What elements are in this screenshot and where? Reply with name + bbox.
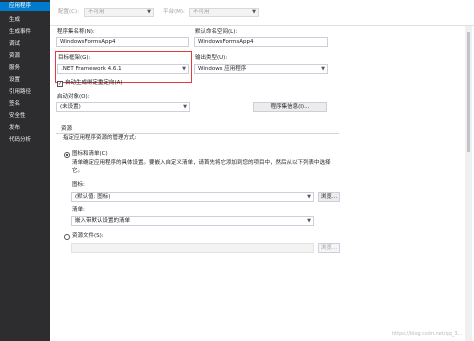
sidebar-item-resources[interactable]: 资源 xyxy=(0,52,50,61)
assembly-info-button[interactable]: 程序集信息(I)... xyxy=(253,102,327,112)
scrollbar-thumb[interactable] xyxy=(467,32,470,152)
platform-select[interactable]: 不可用 ▼ xyxy=(189,8,259,17)
sidebar-item-build-events[interactable]: 生成事件 xyxy=(0,28,50,37)
sidebar-item-debug[interactable]: 调试 xyxy=(0,40,50,49)
sidebar-item-publish[interactable]: 发布 xyxy=(0,124,50,133)
sidebar-item-security[interactable]: 安全性 xyxy=(0,112,50,121)
sidebar: 应用程序 生成 生成事件 调试 资源 服务 设置 引用路径 签名 安全性 发布 … xyxy=(0,0,50,341)
chevron-down-icon: ▼ xyxy=(307,194,311,200)
chevron-down-icon: ▼ xyxy=(147,9,151,15)
output-type-value: Windows 应用程序 xyxy=(198,66,247,72)
chevron-down-icon: ▼ xyxy=(307,218,311,224)
chevron-down-icon: ▼ xyxy=(183,104,187,110)
watermark: https://blog.csdn.net/qq_3... xyxy=(392,331,463,337)
resources-section-title: 资源 xyxy=(61,126,73,132)
startup-object-select[interactable]: (未设置) ▼ xyxy=(56,102,190,112)
icon-and-manifest-desc-1: 清单确定应用程序的具体设置。要嵌入自定义清单，请首先将它添加到您的项目中，然后从… xyxy=(72,160,331,166)
icon-and-manifest-desc-2: 它。 xyxy=(72,168,84,174)
manifest-select[interactable]: 嵌入带默认设置的清单 ▼ xyxy=(71,216,314,226)
resources-description: 指定应用程序资源的管理方式: xyxy=(63,135,137,141)
sidebar-item-reference-paths[interactable]: 引用路径 xyxy=(0,88,50,97)
icon-label: 图标: xyxy=(72,182,85,188)
sidebar-item-services[interactable]: 服务 xyxy=(0,64,50,73)
icon-and-manifest-radio[interactable] xyxy=(64,152,70,158)
config-label: 配置(C): xyxy=(58,9,79,15)
default-namespace-label: 默认命名空间(L): xyxy=(195,29,238,35)
target-framework-label: 目标框架(G): xyxy=(58,55,91,61)
browse-resource-button[interactable]: 浏览... xyxy=(318,243,340,253)
assembly-name-input[interactable]: WindowsFormsApp4 xyxy=(56,37,189,47)
startup-object-label: 启动对象(O): xyxy=(57,94,90,100)
sidebar-item-build[interactable]: 生成 xyxy=(0,16,50,25)
platform-label: 平台(M): xyxy=(163,9,185,15)
icon-value: (默认值: 图标) xyxy=(75,194,111,200)
sidebar-item-signing[interactable]: 签名 xyxy=(0,100,50,109)
config-value: 不可用 xyxy=(88,9,105,15)
output-type-select[interactable]: Windows 应用程序 ▼ xyxy=(194,64,328,74)
manifest-label: 清单: xyxy=(72,207,85,213)
manifest-value: 嵌入带默认设置的清单 xyxy=(75,218,131,224)
chevron-down-icon: ▼ xyxy=(182,66,186,72)
target-framework-select[interactable]: .NET Framework 4.6.1 ▼ xyxy=(57,64,189,74)
auto-redirect-label: 自动生成绑定重定向(A) xyxy=(65,80,123,86)
config-select[interactable]: 不可用 ▼ xyxy=(84,8,154,17)
default-namespace-input[interactable]: WindowsFormsApp4 xyxy=(194,37,328,47)
target-framework-value: .NET Framework 4.6.1 xyxy=(61,66,122,72)
chevron-down-icon: ▼ xyxy=(252,9,256,15)
sidebar-item-application[interactable]: 应用程序 xyxy=(0,2,50,11)
auto-redirect-checkbox[interactable]: ✓ xyxy=(57,81,63,87)
icon-and-manifest-label: 图标和清单(C) xyxy=(72,151,108,157)
platform-value: 不可用 xyxy=(193,9,210,15)
browse-icon-button[interactable]: 浏览... xyxy=(318,192,340,202)
sidebar-item-settings[interactable]: 设置 xyxy=(0,76,50,85)
startup-object-value: (未设置) xyxy=(60,104,81,110)
resource-file-label: 资源文件(S): xyxy=(72,233,104,239)
sidebar-item-code-analysis[interactable]: 代码分析 xyxy=(0,136,50,145)
resource-file-input[interactable] xyxy=(71,243,314,253)
assembly-name-label: 程序集名称(N): xyxy=(57,29,95,35)
chevron-down-icon: ▼ xyxy=(321,66,325,72)
icon-select[interactable]: (默认值: 图标) ▼ xyxy=(71,192,314,202)
output-type-label: 输出类型(U): xyxy=(195,55,228,61)
resource-file-radio[interactable] xyxy=(64,234,70,240)
